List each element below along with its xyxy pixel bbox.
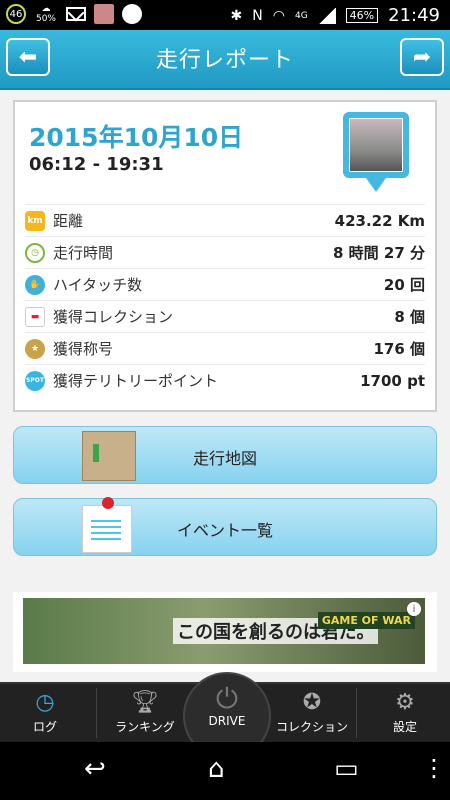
- network-type: 4G: [294, 10, 308, 21]
- tab-label: DRIVE: [208, 714, 246, 728]
- share-arrow-icon: ➦: [412, 44, 432, 70]
- wifi-icon: ◠: [272, 7, 285, 24]
- medal-icon: ★: [25, 338, 45, 359]
- page-title: 走行レポート: [155, 48, 294, 73]
- stat-value: 423.22 Km: [334, 211, 425, 230]
- event-list-button[interactable]: イベント一覧: [13, 497, 437, 556]
- stat-value: 8 個: [394, 308, 425, 326]
- bluetooth-icon: ✱: [230, 7, 243, 24]
- tab-log[interactable]: ◷ ログ: [0, 684, 90, 742]
- stat-row-drive-time: ◷ 走行時間 8 時間 27 分: [25, 236, 425, 268]
- navigation-bar: ↩ ⌂ ▭ ⋮: [0, 742, 450, 800]
- drive-map-label: 走行地図: [192, 449, 257, 468]
- tab-collection[interactable]: ✪ コレクション: [262, 684, 362, 742]
- weather-icon: ☁ 50%: [35, 4, 56, 24]
- ad-banner[interactable]: この国を創るのは君だ。 GAME OF WAR i: [23, 598, 425, 664]
- app-header: ⬅ 走行レポート ➦: [0, 30, 450, 90]
- tab-ranking[interactable]: 🏆︎ ランキング: [100, 684, 190, 742]
- photo-thumbnail: [349, 118, 403, 172]
- bottom-tab-bar: ◷ ログ 🏆︎ ランキング ⏻ DRIVE ✪ コレクション ⚙ 設定: [0, 672, 450, 760]
- stat-label: 走行時間: [53, 244, 114, 262]
- stat-label: 獲得テリトリーポイント: [53, 372, 219, 390]
- stat-value: 8 時間 27 分: [333, 244, 425, 262]
- signal-icon: [317, 7, 336, 24]
- star-icon: ✪: [302, 690, 322, 715]
- stat-row-distance: km 距離 423.22 Km: [25, 204, 425, 236]
- stat-value: 1700 pt: [360, 371, 425, 390]
- stat-label: 獲得コレクション: [53, 308, 174, 326]
- stat-value: 20 回: [383, 276, 425, 294]
- stat-label: ハイタッチ数: [53, 276, 143, 294]
- status-bar: 46 ☁ 50% ✱ N ◠ 4G 46% 21:49: [0, 0, 450, 30]
- recent-apps-icon[interactable]: ▭: [334, 754, 359, 784]
- trophy-icon: 🏆︎: [131, 690, 159, 715]
- nfc-icon: N: [252, 7, 263, 24]
- tab-settings[interactable]: ⚙ 設定: [360, 684, 450, 742]
- stat-row-collection: ▬ 獲得コレクション 8 個: [25, 300, 425, 332]
- tab-label: コレクション: [275, 720, 348, 734]
- tab-label: ランキング: [115, 720, 175, 734]
- spot-icon: SPOT: [25, 370, 45, 391]
- ad-brand: GAME OF WAR: [317, 612, 415, 629]
- avatar-notification-icon: [94, 4, 114, 24]
- info-icon[interactable]: i: [407, 602, 421, 616]
- pushpin-icon: [102, 497, 114, 509]
- ad-area: この国を創るのは君だ。 GAME OF WAR i: [13, 592, 437, 672]
- km-icon: km: [25, 210, 45, 231]
- event-list-label: イベント一覧: [176, 521, 273, 540]
- stat-row-high-touch: ✋ ハイタッチ数 20 回: [25, 268, 425, 300]
- battery-indicator: 46%: [345, 8, 379, 23]
- stat-value: 176 個: [373, 340, 425, 358]
- stats-list: km 距離 423.22 Km ◷ 走行時間 8 時間 27 分 ✋ ハイタッチ…: [25, 204, 425, 396]
- hand-icon: ✋: [25, 274, 45, 295]
- back-nav-icon[interactable]: ↩: [84, 754, 106, 784]
- drive-map-button[interactable]: 走行地図: [13, 426, 437, 484]
- clock-icon: ◷: [25, 242, 45, 263]
- mail-icon: [66, 7, 86, 21]
- stat-row-titles: ★ 獲得称号 176 個: [25, 332, 425, 364]
- gear-icon: ⚙: [395, 690, 415, 715]
- clock-time: 21:49: [388, 5, 440, 26]
- clock-icon: ◷: [35, 690, 55, 715]
- report-card: 2015年10月10日 06:12 - 19:31 km 距離 423.22 K…: [13, 100, 437, 412]
- share-button[interactable]: ➦: [400, 38, 444, 76]
- car-icon: ▬: [25, 306, 45, 327]
- tab-label: ログ: [32, 720, 57, 734]
- stat-row-territory: SPOT 獲得テリトリーポイント 1700 pt: [25, 364, 425, 396]
- power-icon: ⏻: [215, 682, 239, 715]
- home-icon[interactable]: ⌂: [208, 754, 225, 784]
- photo-pin-button[interactable]: [343, 112, 409, 196]
- app-notification-icon: [122, 4, 142, 24]
- report-date: 2015年10月10日: [29, 123, 244, 152]
- stat-label: 距離: [53, 212, 84, 230]
- stat-label: 獲得称号: [53, 340, 114, 358]
- menu-icon[interactable]: ⋮: [422, 754, 446, 782]
- tab-label: 設定: [392, 720, 417, 734]
- badge-circle-icon: 46: [6, 4, 26, 24]
- report-time-range: 06:12 - 19:31: [29, 154, 164, 175]
